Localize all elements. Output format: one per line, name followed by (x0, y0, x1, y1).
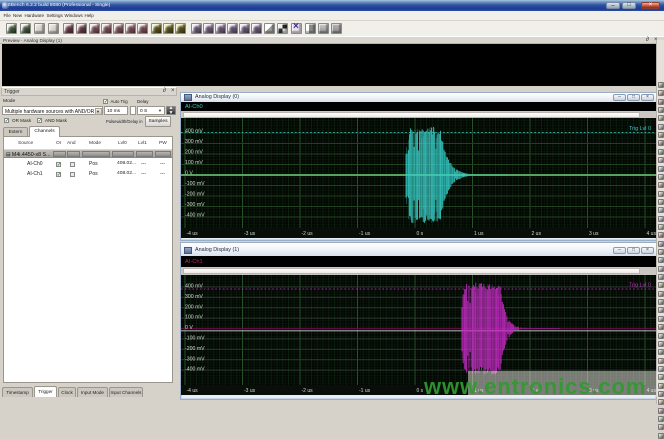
svg-text:-400 mV: -400 mV (185, 213, 205, 219)
svg-text:-300 mV: -300 mV (185, 356, 205, 362)
svg-text:200 mV: 200 mV (185, 304, 203, 310)
svg-text:100 mV: 100 mV (185, 160, 203, 166)
svg-text:Trig Lvl 0: Trig Lvl 0 (629, 126, 651, 132)
svg-text:400 mV: 400 mV (185, 284, 203, 290)
svg-text:300 mV: 300 mV (185, 294, 203, 300)
svg-text:300 mV: 300 mV (185, 139, 203, 145)
svg-text:-400 mV: -400 mV (185, 367, 205, 373)
svg-text:100 mV: 100 mV (185, 315, 203, 321)
svg-text:0 V: 0 V (185, 325, 193, 331)
svg-text:200 mV: 200 mV (185, 150, 203, 156)
svg-text:-100 mV: -100 mV (185, 181, 205, 187)
svg-text:-200 mV: -200 mV (185, 192, 205, 198)
svg-text:-200 mV: -200 mV (185, 346, 205, 352)
svg-text:-300 mV: -300 mV (185, 202, 205, 208)
svg-text:-100 mV: -100 mV (185, 336, 205, 342)
svg-text:400 mV: 400 mV (185, 129, 203, 135)
svg-text:Trig Lvl 0: Trig Lvl 0 (629, 283, 651, 289)
svg-text:0 V: 0 V (185, 171, 193, 177)
